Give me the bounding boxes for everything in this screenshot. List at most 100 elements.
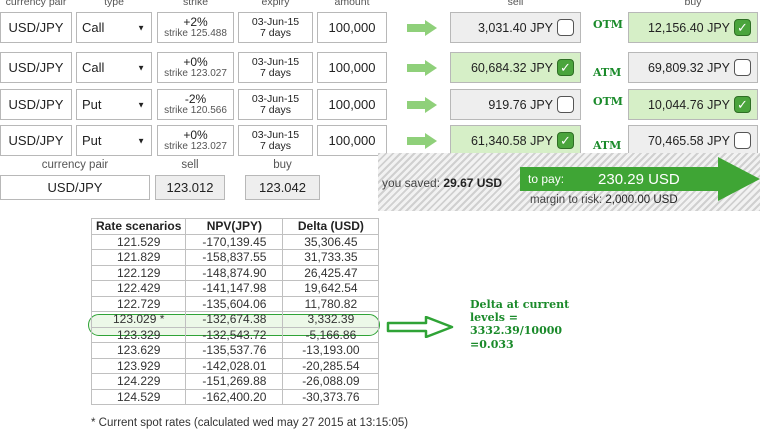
sell-price-option[interactable]: 60,684.32 JPY ✓ (450, 52, 581, 83)
right-arrow-icon (407, 60, 437, 76)
type-select[interactable]: Put ▼ (76, 89, 152, 120)
type-value: Call (82, 60, 105, 75)
strike-selector[interactable]: +0% strike 123.027 (157, 52, 234, 83)
buy-price-option[interactable]: 69,809.32 JPY (628, 52, 758, 83)
type-value: Put (82, 133, 102, 148)
quote-buy-rate: 123.042 (245, 175, 320, 200)
table-row: 122.129 -148,874.90 26,425.47 (90, 264, 380, 281)
checkmark-icon[interactable]: ✓ (557, 132, 574, 149)
checkmark-icon[interactable]: ✓ (734, 19, 751, 36)
quote-pair: USD/JPY (0, 175, 150, 200)
dropdown-arrow-icon: ▼ (137, 136, 145, 145)
buy-price-option[interactable]: 12,156.40 JPY ✓ (628, 12, 758, 43)
pay-arrow-icon[interactable] (718, 157, 760, 201)
col-rate-scenarios: Rate scenarios (90, 218, 187, 235)
strike-selector[interactable]: +2% strike 125.488 (157, 12, 234, 43)
rate-cell: 121.529 (90, 233, 187, 250)
strike-selector[interactable]: +0% strike 123.027 (157, 125, 234, 156)
header-sell: sell (507, 0, 524, 8)
amount-input[interactable]: 100,000 (317, 89, 387, 120)
checkmark-icon[interactable]: ✓ (557, 59, 574, 76)
sell-price-option[interactable]: 3,031.40 JPY (450, 12, 581, 43)
rate-cell: 121.829 (90, 249, 187, 266)
rate-cell: 123.329 (90, 326, 187, 343)
dropdown-arrow-icon: ▼ (137, 100, 145, 109)
table-row: 123.929 -142,028.01 -20,285.54 (90, 357, 380, 374)
header-buy: buy (684, 0, 702, 8)
header-strike: strike (182, 0, 209, 8)
header-currency-pair: currency pair (5, 0, 67, 8)
moneyness-label: OTM (593, 18, 623, 31)
delta-cell: -5,166.86 (282, 326, 380, 343)
checkbox-icon[interactable] (734, 59, 751, 76)
type-select[interactable]: Call ▼ (76, 12, 152, 43)
table-row: 123.029 * -132,674.38 3,332.39 (90, 311, 380, 328)
delta-cell: -20,285.54 (282, 357, 380, 374)
buy-price: 69,809.32 JPY (647, 60, 730, 75)
sell-price: 919.76 JPY (488, 97, 553, 112)
saved-amount: you saved: 29.67 USD (382, 176, 503, 190)
strike-percent: +0% (183, 128, 208, 142)
expiry-selector[interactable]: 03-Jun-15 7 days (238, 89, 313, 120)
rate-cell: 123.929 (90, 357, 187, 374)
strike-selector[interactable]: -2% strike 120.566 (157, 89, 234, 120)
rate-cell: 123.629 (90, 342, 187, 359)
expiry-selector[interactable]: 03-Jun-15 7 days (238, 125, 313, 156)
sell-price: 60,684.32 JPY (470, 60, 553, 75)
dropdown-arrow-icon: ▼ (137, 63, 145, 72)
expiry-days: 7 days (260, 27, 291, 40)
strike-value: strike 120.566 (164, 104, 227, 116)
strike-value: strike 123.027 (164, 67, 227, 79)
buy-price: 70,465.58 JPY (647, 133, 730, 148)
delta-cell: 19,642.54 (282, 280, 380, 297)
pair-select[interactable]: USD/JPY (0, 52, 72, 83)
checkbox-icon[interactable] (557, 96, 574, 113)
delta-cell: -30,373.76 (282, 388, 380, 405)
strike-value: strike 123.027 (164, 140, 227, 152)
rate-scenarios-table: Rate scenarios NPV(JPY) Delta (USD) 121.… (90, 218, 380, 405)
buy-price-option[interactable]: 10,044.76 JPY ✓ (628, 89, 758, 120)
delta-cell: -26,088.09 (282, 373, 380, 390)
npv-cell: -132,543.72 (185, 326, 284, 343)
moneyness-label: ATM (593, 66, 622, 79)
rate-cell: 124.529 (90, 388, 187, 405)
pay-button[interactable]: to pay: 230.29 USD (520, 167, 720, 191)
buy-price-option[interactable]: 70,465.58 JPY (628, 125, 758, 156)
col-delta: Delta (USD) (282, 218, 380, 235)
strike-percent: +2% (183, 15, 208, 29)
moneyness-label: ATM (593, 139, 622, 152)
quote-sell-label: sell (181, 159, 199, 171)
pair-select[interactable]: USD/JPY (0, 89, 72, 120)
sell-price-option[interactable]: 61,340.58 JPY ✓ (450, 125, 581, 156)
type-select[interactable]: Put ▼ (76, 125, 152, 156)
checkbox-icon[interactable] (557, 19, 574, 36)
table-row: 124.229 -151,269.88 -26,088.09 (90, 373, 380, 390)
delta-cell: 35,306.45 (282, 233, 380, 250)
amount-input[interactable]: 100,000 (317, 125, 387, 156)
moneyness-label: OTM (593, 95, 623, 108)
pair-value: USD/JPY (8, 97, 64, 112)
pair-select[interactable]: USD/JPY (0, 125, 72, 156)
strike-percent: -2% (184, 92, 207, 106)
type-value: Call (82, 20, 105, 35)
rate-cell: 123.029 * (90, 311, 187, 328)
npv-cell: -148,874.90 (185, 264, 284, 281)
npv-cell: -132,674.38 (185, 311, 284, 328)
type-value: Put (82, 97, 102, 112)
expiry-selector[interactable]: 03-Jun-15 7 days (238, 52, 313, 83)
amount-input[interactable]: 100,000 (317, 52, 387, 83)
delta-cell: 11,780.82 (282, 295, 380, 312)
sell-price-option[interactable]: 919.76 JPY (450, 89, 581, 120)
pair-select[interactable]: USD/JPY (0, 12, 72, 43)
npv-cell: -142,028.01 (185, 357, 284, 374)
expiry-selector[interactable]: 03-Jun-15 7 days (238, 12, 313, 43)
type-select[interactable]: Call ▼ (76, 52, 152, 83)
table-row: 122.729 -135,604.06 11,780.82 (90, 295, 380, 312)
npv-cell: -135,537.76 (185, 342, 284, 359)
buy-price: 12,156.40 JPY (647, 20, 730, 35)
amount-input[interactable]: 100,000 (317, 12, 387, 43)
expiry-days: 7 days (260, 104, 291, 117)
checkbox-icon[interactable] (734, 132, 751, 149)
checkmark-icon[interactable]: ✓ (734, 96, 751, 113)
pair-value: USD/JPY (8, 133, 64, 148)
